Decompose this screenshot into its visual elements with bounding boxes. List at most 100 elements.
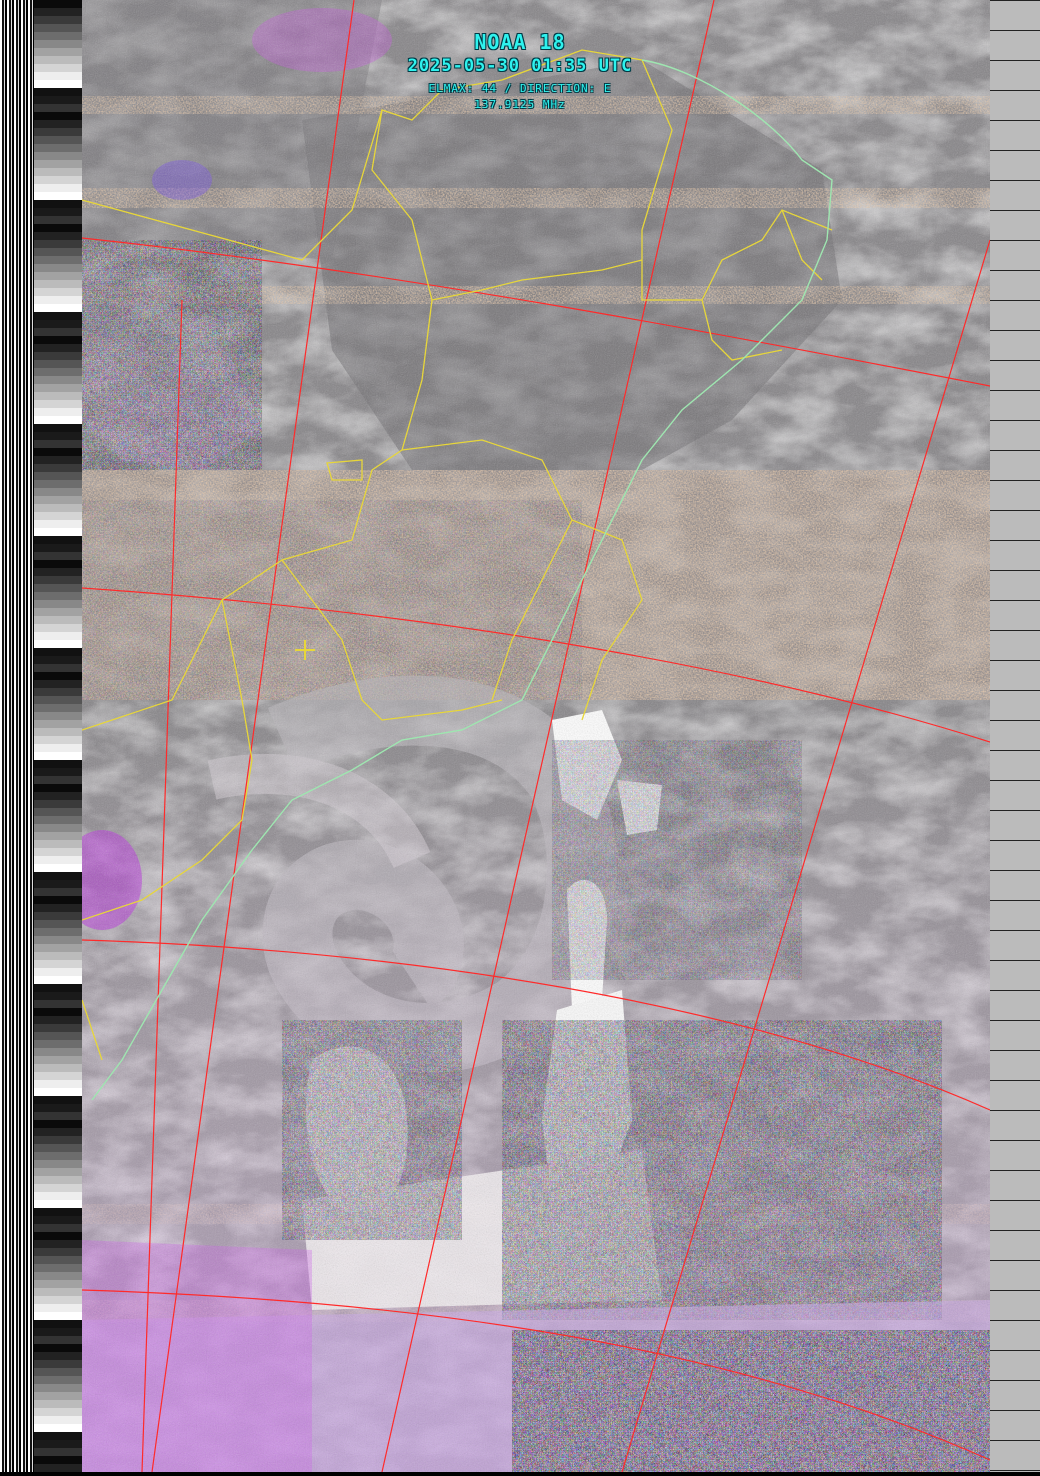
telemetry-tick — [990, 1050, 1040, 1051]
telemetry-tick — [990, 390, 1040, 391]
telemetry-wedge — [34, 232, 82, 240]
telemetry-tick — [990, 540, 1040, 541]
telemetry-wedge — [34, 448, 82, 456]
pass-frequency: 137.9125 MHz — [474, 98, 566, 111]
telemetry-wedge — [34, 920, 82, 928]
telemetry-wedge — [34, 488, 82, 496]
telemetry-wedge — [34, 776, 82, 784]
telemetry-tick — [990, 450, 1040, 451]
telemetry-wedge — [34, 504, 82, 512]
telemetry-wedge — [34, 712, 82, 720]
telemetry-wedge — [34, 1192, 82, 1200]
telemetry-tick — [990, 300, 1040, 301]
telemetry-wedge — [34, 384, 82, 392]
telemetry-wedge — [34, 1456, 82, 1464]
telemetry-wedge — [34, 224, 82, 232]
telemetry-wedge — [34, 1208, 82, 1216]
sync-bars-left — [0, 0, 34, 1472]
telemetry-tick — [990, 1440, 1040, 1441]
telemetry-wedge — [34, 1128, 82, 1136]
telemetry-tick — [990, 630, 1040, 631]
telemetry-wedge — [34, 896, 82, 904]
telemetry-wedge — [34, 560, 82, 568]
telemetry-wedge — [34, 1400, 82, 1408]
telemetry-wedge — [34, 744, 82, 752]
telemetry-wedge — [34, 1296, 82, 1304]
telemetry-tick — [990, 1140, 1040, 1141]
telemetry-tick — [990, 1020, 1040, 1021]
telemetry-wedge — [34, 632, 82, 640]
telemetry-wedge — [34, 160, 82, 168]
telemetry-wedge — [34, 648, 82, 656]
telemetry-wedge — [34, 936, 82, 944]
telemetry-wedge — [34, 368, 82, 376]
telemetry-wedge — [34, 832, 82, 840]
telemetry-wedge — [34, 952, 82, 960]
telemetry-wedge — [34, 440, 82, 448]
telemetry-strip-left — [34, 0, 82, 1472]
telemetry-wedge — [34, 328, 82, 336]
telemetry-tick — [990, 1380, 1040, 1381]
telemetry-tick — [990, 420, 1040, 421]
telemetry-wedge — [34, 1416, 82, 1424]
telemetry-wedge — [34, 912, 82, 920]
pass-elevation-direction: ELMAX: 44 / DIRECTION: E — [428, 82, 612, 95]
telemetry-tick — [990, 150, 1040, 151]
telemetry-wedge — [34, 960, 82, 968]
telemetry-wedge — [34, 1184, 82, 1192]
telemetry-tick — [990, 1230, 1040, 1231]
telemetry-wedge — [34, 568, 82, 576]
telemetry-wedge — [34, 944, 82, 952]
telemetry-wedge — [34, 480, 82, 488]
telemetry-wedge — [34, 736, 82, 744]
telemetry-wedge — [34, 1320, 82, 1328]
telemetry-wedge — [34, 1160, 82, 1168]
telemetry-wedge — [34, 1336, 82, 1344]
telemetry-wedge — [34, 992, 82, 1000]
telemetry-wedge — [34, 664, 82, 672]
telemetry-tick — [990, 600, 1040, 601]
telemetry-wedge — [34, 552, 82, 560]
telemetry-wedge — [34, 752, 82, 760]
telemetry-wedge — [34, 1424, 82, 1432]
telemetry-tick — [990, 990, 1040, 991]
telemetry-wedge — [34, 208, 82, 216]
telemetry-tick — [990, 810, 1040, 811]
telemetry-wedge — [34, 984, 82, 992]
telemetry-wedge — [34, 1120, 82, 1128]
telemetry-wedge — [34, 1048, 82, 1056]
telemetry-wedge — [34, 640, 82, 648]
telemetry-wedge — [34, 392, 82, 400]
telemetry-strip-right — [990, 0, 1040, 1472]
telemetry-wedge — [34, 816, 82, 824]
telemetry-wedge — [34, 856, 82, 864]
telemetry-wedge — [34, 1280, 82, 1288]
telemetry-wedge — [34, 888, 82, 896]
telemetry-wedge — [34, 1016, 82, 1024]
telemetry-wedge — [34, 1448, 82, 1456]
telemetry-tick — [990, 840, 1040, 841]
pass-datetime: 2025-05-30 01:35 UTC — [407, 56, 633, 76]
telemetry-wedge — [34, 216, 82, 224]
telemetry-wedge — [34, 184, 82, 192]
telemetry-wedge — [34, 656, 82, 664]
telemetry-wedge — [34, 728, 82, 736]
telemetry-wedge — [34, 680, 82, 688]
telemetry-wedge — [34, 256, 82, 264]
telemetry-tick — [990, 360, 1040, 361]
telemetry-wedge — [34, 824, 82, 832]
telemetry-wedge — [34, 608, 82, 616]
telemetry-wedge — [34, 1008, 82, 1016]
telemetry-wedge — [34, 472, 82, 480]
telemetry-tick — [990, 1320, 1040, 1321]
telemetry-wedge — [34, 1328, 82, 1336]
telemetry-wedge — [34, 704, 82, 712]
telemetry-wedge — [34, 464, 82, 472]
telemetry-wedge — [34, 1072, 82, 1080]
telemetry-tick — [990, 0, 1040, 1]
telemetry-wedge — [34, 200, 82, 208]
telemetry-tick — [990, 1200, 1040, 1201]
telemetry-tick — [990, 1260, 1040, 1261]
telemetry-wedge — [34, 624, 82, 632]
telemetry-wedge — [34, 760, 82, 768]
